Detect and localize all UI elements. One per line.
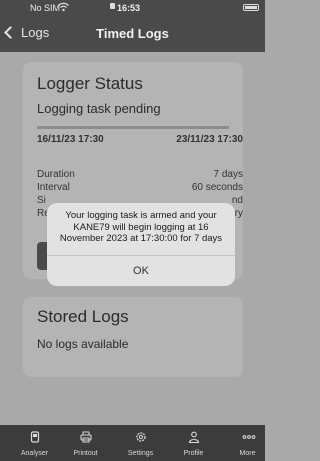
tab-settings[interactable]: Settings [114,425,167,461]
alert-message: Your logging task is armed and your KANE… [59,210,223,244]
tab-more[interactable]: More [221,425,274,461]
tab-label: Profile [183,450,204,457]
analyser-icon [29,431,41,443]
tab-analyser[interactable]: Analyser [8,425,61,461]
armed-alert-dialog: Your logging task is armed and your KANE… [47,203,235,286]
person-icon [188,431,200,444]
ok-button[interactable]: OK [47,256,235,286]
tab-printout[interactable]: Printout [59,425,112,461]
printer-icon [79,431,92,443]
tab-bar: Analyser Printout Settings Profile More [0,425,265,461]
gear-icon [135,431,147,443]
tab-label: More [239,450,256,457]
tab-profile[interactable]: Profile [167,425,220,461]
tab-label: Analyser [20,450,49,457]
tab-label: Settings [127,450,154,457]
tab-label: Printout [73,450,98,457]
more-dots-icon [242,431,255,443]
